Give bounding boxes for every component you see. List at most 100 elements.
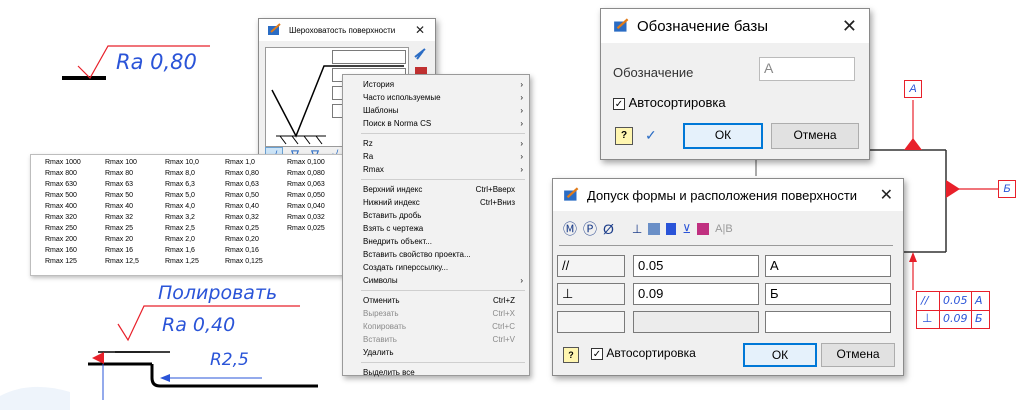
- menu-item[interactable]: Создать гиперссылку...: [343, 261, 529, 274]
- symbol-icon[interactable]: ⊻: [682, 222, 691, 236]
- rmax-cell[interactable]: Rmax 400: [45, 203, 77, 210]
- rmax-cell[interactable]: Rmax 16: [105, 247, 133, 254]
- tolerance-value-field[interactable]: 0.05: [633, 255, 759, 277]
- insert-icon[interactable]: [666, 223, 677, 235]
- rmax-cell[interactable]: Rmax 0,080: [287, 170, 325, 177]
- cancel-button[interactable]: Отмена: [821, 343, 895, 367]
- rmax-cell[interactable]: Rmax 160: [45, 247, 77, 254]
- help-icon[interactable]: ?: [563, 347, 579, 363]
- rmax-cell[interactable]: Rmax 10,0: [165, 159, 199, 166]
- rmax-cell[interactable]: Rmax 0,20: [225, 236, 259, 243]
- autosort-checkbox[interactable]: ✓ Автосортировка: [613, 95, 726, 110]
- rmax-cell[interactable]: Rmax 0,25: [225, 225, 259, 232]
- rmax-cell[interactable]: Rmax 32: [105, 214, 133, 221]
- rmax-cell[interactable]: Rmax 1,25: [165, 258, 199, 265]
- rmax-cell[interactable]: Rmax 0,025: [287, 225, 325, 232]
- menu-item[interactable]: Часто используемые ›: [343, 91, 529, 104]
- menu-item[interactable]: Удалить: [343, 346, 529, 359]
- tolerance-value-field[interactable]: [633, 311, 759, 333]
- rmax-cell[interactable]: Rmax 100: [105, 159, 137, 166]
- rmax-cell[interactable]: Rmax 1,0: [225, 159, 255, 166]
- menu-item[interactable]: Rz ›: [343, 137, 529, 150]
- tolerance-value-field[interactable]: 0.09: [633, 283, 759, 305]
- tolerance-symbol-field[interactable]: ⊥: [557, 283, 625, 305]
- diameter-icon[interactable]: Ø: [603, 221, 614, 237]
- rmax-cell[interactable]: Rmax 12,5: [105, 258, 139, 265]
- max-material-icon[interactable]: Ⓜ: [563, 219, 577, 239]
- tolerance-base-field[interactable]: [765, 311, 891, 333]
- rmax-cell[interactable]: Rmax 50: [105, 192, 133, 199]
- rmax-cell[interactable]: Rmax 0,050: [287, 192, 325, 199]
- projected-zone-icon[interactable]: Ⓟ: [583, 219, 597, 239]
- rmax-cell[interactable]: Rmax 320: [45, 214, 77, 221]
- rmax-cell[interactable]: Rmax 4,0: [165, 203, 195, 210]
- menu-item[interactable]: Отменить Ctrl+Z: [343, 294, 529, 307]
- rmax-cell[interactable]: Rmax 2,0: [165, 236, 195, 243]
- rmax-cell[interactable]: Rmax 40: [105, 203, 133, 210]
- rmax-cell[interactable]: Rmax 8,0: [165, 170, 195, 177]
- menu-item[interactable]: Шаблоны ›: [343, 104, 529, 117]
- rmax-cell[interactable]: Rmax 0,040: [287, 203, 325, 210]
- close-icon[interactable]: ✕: [842, 16, 857, 37]
- roughness-dialog-titlebar[interactable]: Шероховатость поверхности ✕: [259, 19, 435, 41]
- menu-item[interactable]: Взять с чертежа: [343, 222, 529, 235]
- help-icon[interactable]: ?: [615, 127, 633, 145]
- close-icon[interactable]: ✕: [415, 23, 425, 37]
- menu-item[interactable]: Вырезать Ctrl+X: [343, 307, 529, 320]
- tolerance-dialog-titlebar[interactable]: Допуск формы и расположения поверхности …: [553, 179, 903, 211]
- menu-item[interactable]: История ›: [343, 78, 529, 91]
- rmax-cell[interactable]: Rmax 200: [45, 236, 77, 243]
- rmax-cell[interactable]: Rmax 63: [105, 181, 133, 188]
- rmax-cell[interactable]: Rmax 0,32: [225, 214, 259, 221]
- menu-item[interactable]: Верхний индекс Ctrl+Вверх: [343, 183, 529, 196]
- frame-icon[interactable]: [648, 223, 661, 235]
- menu-item[interactable]: Вставить Ctrl+V: [343, 333, 529, 346]
- menu-item[interactable]: Rmax ›: [343, 163, 529, 176]
- rmax-cell[interactable]: Rmax 20: [105, 236, 133, 243]
- param-field-1[interactable]: [332, 50, 406, 64]
- rmax-cell[interactable]: Rmax 0,125: [225, 258, 263, 265]
- rmax-cell[interactable]: Rmax 0,80: [225, 170, 259, 177]
- rmax-cell[interactable]: Rmax 0,63: [225, 181, 259, 188]
- rmax-cell[interactable]: Rmax 3,2: [165, 214, 195, 221]
- cancel-button[interactable]: Отмена: [771, 123, 859, 149]
- rmax-cell[interactable]: Rmax 0,032: [287, 214, 325, 221]
- rmax-cell[interactable]: Rmax 0,063: [287, 181, 325, 188]
- tolerance-symbol-field[interactable]: [557, 311, 625, 333]
- ok-button[interactable]: ОК: [683, 123, 763, 149]
- close-icon[interactable]: ✕: [880, 185, 893, 205]
- tolerance-base-field[interactable]: Б: [765, 283, 891, 305]
- rmax-cell[interactable]: Rmax 0,50: [225, 192, 259, 199]
- rmax-cell[interactable]: Rmax 250: [45, 225, 77, 232]
- checkbox-checked-icon[interactable]: ✓: [591, 347, 603, 360]
- rmax-cell[interactable]: Rmax 1000: [45, 159, 81, 166]
- menu-item[interactable]: Поиск в Norma CS ›: [343, 117, 529, 130]
- base-dialog-titlebar[interactable]: Обозначение базы ✕: [601, 9, 869, 43]
- tolerance-symbol-field[interactable]: //: [557, 255, 625, 277]
- rmax-cell[interactable]: Rmax 1,6: [165, 247, 195, 254]
- rmax-cell[interactable]: Rmax 500: [45, 192, 77, 199]
- menu-item[interactable]: Вставить свойство проекта...: [343, 248, 529, 261]
- rmax-cell[interactable]: Rmax 5,0: [165, 192, 195, 199]
- datum-icon[interactable]: ⊥: [632, 222, 642, 236]
- pick-icon[interactable]: ✓: [645, 127, 657, 144]
- rmax-cell[interactable]: Rmax 125: [45, 258, 77, 265]
- ok-button[interactable]: ОК: [743, 343, 817, 367]
- menu-item[interactable]: Внедрить объект...: [343, 235, 529, 248]
- rmax-cell[interactable]: Rmax 800: [45, 170, 77, 177]
- rmax-cell[interactable]: Rmax 6,3: [165, 181, 195, 188]
- checkbox-checked-icon[interactable]: ✓: [613, 97, 625, 110]
- rmax-cell[interactable]: Rmax 0,40: [225, 203, 259, 210]
- rmax-cell[interactable]: Rmax 0,16: [225, 247, 259, 254]
- menu-item[interactable]: Ra ›: [343, 150, 529, 163]
- menu-item[interactable]: Вставить дробь: [343, 209, 529, 222]
- menu-item[interactable]: Копировать Ctrl+C: [343, 320, 529, 333]
- menu-item[interactable]: Символы ›: [343, 274, 529, 287]
- rmax-cell[interactable]: Rmax 25: [105, 225, 133, 232]
- menu-item[interactable]: Выделить все: [343, 366, 529, 379]
- rmax-cell[interactable]: Rmax 80: [105, 170, 133, 177]
- designation-input[interactable]: А: [759, 57, 855, 81]
- rmax-cell[interactable]: Rmax 630: [45, 181, 77, 188]
- autosort-checkbox[interactable]: ✓ Автосортировка: [591, 346, 696, 360]
- rmax-cell[interactable]: Rmax 0,100: [287, 159, 325, 166]
